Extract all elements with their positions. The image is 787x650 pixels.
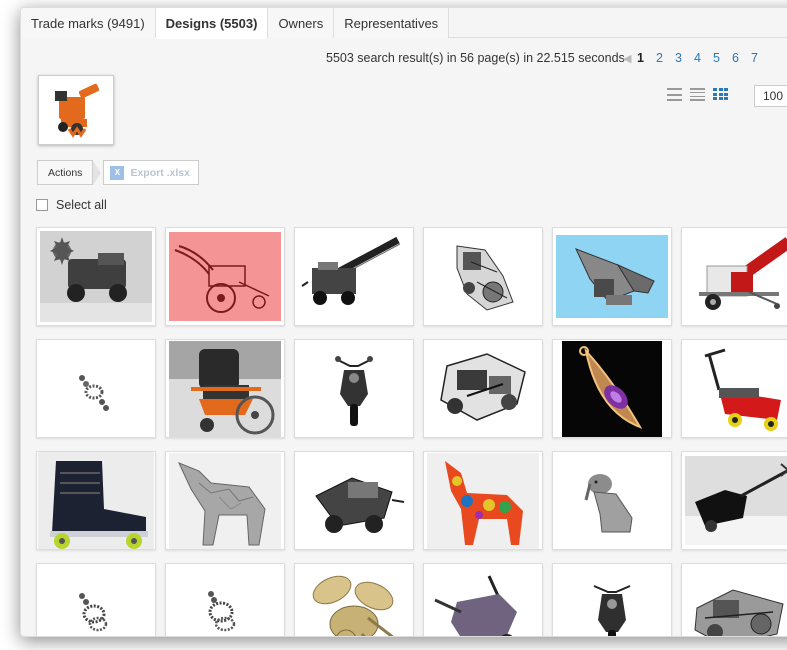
tab-trade-marks[interactable]: Trade marks (9491)	[21, 8, 156, 38]
result-card[interactable]	[294, 563, 414, 636]
result-card[interactable]	[681, 563, 787, 636]
result-card[interactable]	[423, 451, 543, 550]
result-card[interactable]	[165, 227, 285, 326]
result-card[interactable]	[552, 563, 672, 636]
purple-machine-render	[427, 568, 539, 636]
export-label: Export .xlsx	[130, 166, 190, 179]
result-card[interactable]	[423, 227, 543, 326]
pagination: ◀ 1 2 3 4 5 6 7	[623, 51, 770, 65]
result-card[interactable]	[294, 339, 414, 438]
engine-block-drawing	[427, 344, 539, 433]
export-xlsx-button[interactable]: X Export .xlsx	[103, 160, 199, 185]
amethyst-pendant-photo	[562, 340, 662, 437]
results-grid	[36, 227, 787, 636]
black-machine-arm-photo	[685, 456, 787, 545]
result-card[interactable]	[294, 451, 414, 550]
result-card[interactable]	[165, 563, 285, 636]
tab-owners[interactable]: Owners	[268, 8, 335, 38]
tab-representatives[interactable]: Representatives	[334, 8, 450, 38]
result-card[interactable]	[294, 227, 414, 326]
result-card[interactable]	[681, 227, 787, 326]
orange-machine-image	[55, 83, 100, 138]
view-toggles	[667, 88, 728, 101]
result-card[interactable]	[423, 339, 543, 438]
motorcycle-front-drawing	[556, 568, 668, 636]
sitting-dog-figurine	[556, 456, 668, 545]
chandelier-earring-drawing	[169, 568, 281, 636]
result-card[interactable]	[165, 451, 285, 550]
result-card[interactable]	[681, 451, 787, 550]
page-link-7[interactable]: 7	[751, 51, 770, 65]
results-per-page-select[interactable]: 100	[754, 85, 787, 107]
mechanical-assembly-drawing	[685, 568, 787, 636]
actions-bar: Actions X Export .xlsx	[37, 160, 199, 185]
select-all-row: Select all	[36, 198, 107, 212]
list-view-icon[interactable]	[667, 88, 682, 101]
inline-skate-photo	[38, 452, 154, 549]
page-link-4[interactable]: 4	[694, 51, 713, 65]
golden-bee-render	[298, 568, 410, 636]
select-all-checkbox[interactable]	[36, 199, 48, 211]
results-summary: 5503 search result(s) in 56 page(s) in 2…	[326, 51, 625, 65]
chandelier-earring-drawing	[40, 568, 152, 636]
mosaic-dog-sculpture	[427, 452, 539, 549]
result-card[interactable]	[552, 339, 672, 438]
result-card[interactable]	[552, 451, 672, 550]
result-tabs: Trade marks (9491) Designs (5503) Owners…	[21, 8, 787, 39]
tab-designs[interactable]: Designs (5503)	[155, 8, 269, 39]
excel-icon: X	[110, 165, 125, 180]
mechanical-assembly-drawing	[427, 232, 539, 321]
result-card[interactable]	[36, 339, 156, 438]
previous-page-icon[interactable]: ◀	[623, 52, 637, 65]
cart-machine-drawing	[298, 456, 410, 545]
mosaic-wolf-sculpture	[169, 452, 281, 549]
search-results-window: Trade marks (9491) Designs (5503) Owners…	[20, 7, 787, 637]
result-card[interactable]	[552, 227, 672, 326]
page-link-1[interactable]: 1	[637, 51, 656, 65]
compact-list-view-icon[interactable]	[690, 88, 705, 101]
result-card[interactable]	[681, 339, 787, 438]
actions-label: Actions	[37, 160, 94, 185]
grey-machine-on-blue-render	[556, 235, 668, 318]
result-card[interactable]	[36, 227, 156, 326]
motorcycle-front-drawing	[298, 344, 410, 433]
select-all-label: Select all	[56, 198, 107, 212]
page-link-3[interactable]: 3	[675, 51, 694, 65]
page-link-2[interactable]: 2	[656, 51, 675, 65]
spiked-roller-machine-photo	[40, 231, 152, 322]
result-card[interactable]	[423, 563, 543, 636]
red-lawn-mower-photo	[685, 344, 787, 433]
result-card[interactable]	[36, 563, 156, 636]
red-wood-chipper-trailer	[685, 232, 787, 321]
result-card[interactable]	[165, 339, 285, 438]
page-link-5[interactable]: 5	[713, 51, 732, 65]
pendant-earring-drawing	[40, 344, 152, 433]
orange-wheelchair-photo	[169, 340, 281, 437]
grid-view-icon[interactable]	[713, 88, 728, 101]
conveyor-machine-drawing	[298, 232, 410, 321]
result-card[interactable]	[36, 451, 156, 550]
query-image	[38, 75, 114, 145]
page-link-6[interactable]: 6	[732, 51, 751, 65]
red-cultivator-drawing	[169, 232, 281, 321]
actions-arrow	[93, 160, 102, 185]
